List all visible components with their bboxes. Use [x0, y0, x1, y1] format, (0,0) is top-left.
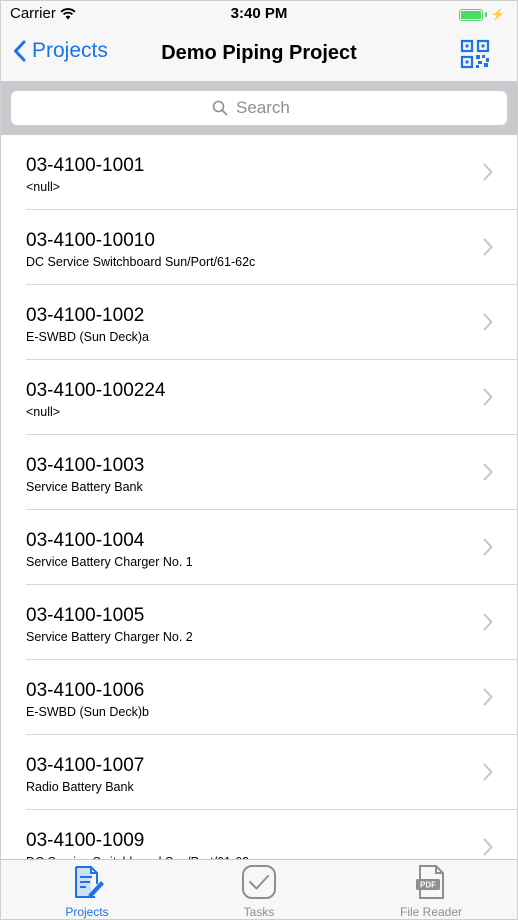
qr-code-icon[interactable]	[460, 39, 490, 69]
list-item-subtitle: <null>	[26, 180, 61, 194]
list-item-title: 03-4100-1009	[26, 830, 145, 851]
list-item[interactable]: 03-4100-1004 Service Battery Charger No.…	[1, 510, 517, 585]
list-item-title: 03-4100-1001	[26, 155, 145, 176]
search-input[interactable]	[236, 98, 306, 118]
tab-label: Projects	[65, 905, 109, 919]
list-item[interactable]: 03-4100-1001 <null>	[1, 135, 517, 210]
svg-text:PDF: PDF	[420, 881, 436, 890]
list-item[interactable]: 03-4100-1006 E-SWBD (Sun Deck)b	[1, 660, 517, 735]
list-item-subtitle: E-SWBD (Sun Deck)b	[26, 705, 149, 719]
equipment-list: 03-4100-1001 <null> 03-4100-10010 DC Ser…	[1, 135, 517, 885]
list-item-title: 03-4100-100224	[26, 380, 166, 401]
chevron-right-icon	[483, 688, 493, 706]
search-bar	[1, 81, 517, 135]
list-item-title: 03-4100-1007	[26, 755, 145, 776]
chevron-right-icon	[483, 463, 493, 481]
chevron-right-icon	[483, 763, 493, 781]
list-item[interactable]: 03-4100-1003 Service Battery Bank	[1, 435, 517, 510]
list-item[interactable]: 03-4100-1002 E-SWBD (Sun Deck)a	[1, 285, 517, 360]
list-item-title: 03-4100-1004	[26, 530, 145, 551]
list-item[interactable]: 03-4100-100224 <null>	[1, 360, 517, 435]
battery-icon: ⚡	[459, 8, 505, 21]
list-item-subtitle: Service Battery Charger No. 1	[26, 555, 193, 569]
tab-label: File Reader	[399, 905, 463, 919]
list-item[interactable]: 03-4100-10010 DC Service Switchboard Sun…	[1, 210, 517, 285]
chevron-right-icon	[483, 388, 493, 406]
tab-file-reader[interactable]: PDF File Reader	[345, 860, 517, 919]
status-bar: Carrier 3:40 PM ⚡	[1, 1, 517, 29]
list-item-subtitle: Service Battery Charger No. 2	[26, 630, 193, 644]
list-item-subtitle: Service Battery Bank	[26, 480, 143, 494]
pdf-file-icon: PDF	[416, 865, 444, 899]
app-window: Carrier 3:40 PM ⚡ Projects Demo Piping P…	[0, 0, 518, 920]
chevron-right-icon	[483, 163, 493, 181]
chevron-right-icon	[483, 313, 493, 331]
tab-bar: Projects Tasks PDF File Reader	[1, 859, 517, 919]
projects-doc-pen-icon	[75, 866, 104, 898]
charging-bolt-icon: ⚡	[491, 9, 505, 21]
list-item-subtitle: <null>	[26, 405, 61, 419]
chevron-right-icon	[483, 613, 493, 631]
tasks-check-icon	[242, 865, 276, 899]
tab-label: Tasks	[243, 905, 275, 919]
list-item-title: 03-4100-1003	[26, 455, 145, 476]
chevron-right-icon	[483, 238, 493, 256]
list-item[interactable]: 03-4100-1007 Radio Battery Bank	[1, 735, 517, 810]
list-item-subtitle: Radio Battery Bank	[26, 780, 134, 794]
list-item-title: 03-4100-1006	[26, 680, 145, 701]
list-item-title: 03-4100-1005	[26, 605, 145, 626]
tab-tasks[interactable]: Tasks	[173, 860, 345, 919]
page-title: Demo Piping Project	[161, 42, 357, 64]
search-field[interactable]	[11, 91, 507, 125]
list-item[interactable]: 03-4100-1005 Service Battery Charger No.…	[1, 585, 517, 660]
list-item-title: 03-4100-10010	[26, 230, 155, 251]
list-item-subtitle: DC Service Switchboard Sun/Port/61-62c	[26, 255, 256, 269]
tab-projects[interactable]: Projects	[1, 860, 173, 919]
search-icon	[212, 100, 228, 116]
list-item-subtitle: E-SWBD (Sun Deck)a	[26, 330, 149, 344]
chevron-right-icon	[483, 838, 493, 856]
status-time: 3:40 PM	[230, 5, 288, 22]
list-item-title: 03-4100-1002	[26, 305, 145, 326]
navigation-bar: Projects Demo Piping Project	[1, 29, 517, 81]
chevron-right-icon	[483, 538, 493, 556]
